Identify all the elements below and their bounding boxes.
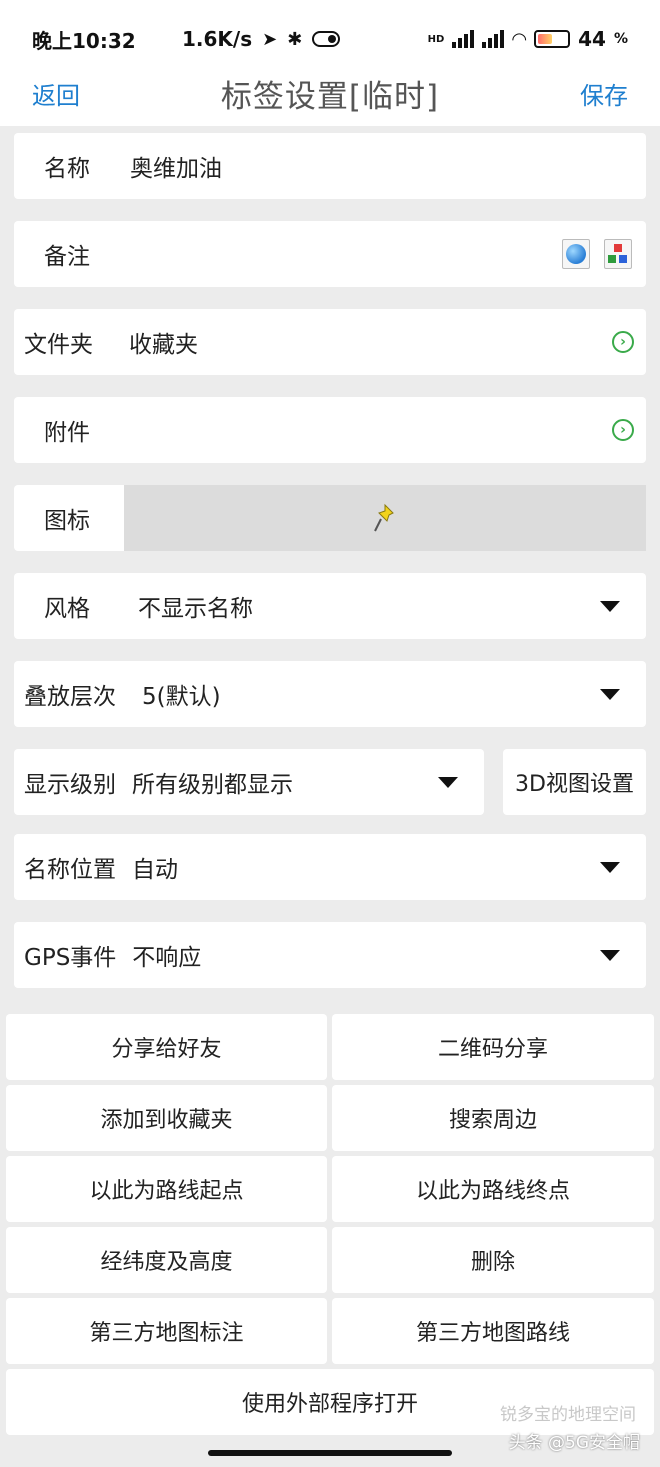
name-field[interactable]: 奥维加油	[130, 149, 222, 183]
route-start-button[interactable]: 以此为路线起点	[6, 1156, 327, 1222]
folder-row[interactable]: 文件夹 收藏夹 ›	[14, 309, 646, 375]
battery-icon	[534, 30, 571, 48]
battery-level: 44	[578, 27, 606, 51]
name-position-row[interactable]: 名称位置 自动	[14, 834, 646, 900]
third-party-mark-button[interactable]: 第三方地图标注	[6, 1298, 327, 1364]
icon-row[interactable]: 图标	[14, 485, 646, 551]
attachment-label: 附件	[44, 420, 90, 446]
note-row[interactable]: 备注	[14, 221, 646, 287]
icon-label: 图标	[44, 508, 90, 534]
chevron-right-icon[interactable]: ›	[612, 419, 634, 441]
watermark-line1: 锐多宝的地理空间	[500, 1405, 636, 1425]
third-party-route-button[interactable]: 第三方地图路线	[332, 1298, 654, 1364]
location-arrow-icon: ➤	[262, 28, 278, 50]
battery-unit: %	[613, 31, 628, 47]
dropdown-arrow-icon[interactable]	[438, 776, 458, 788]
folder-label: 文件夹	[24, 332, 93, 358]
gps-event-label: GPS事件	[24, 945, 117, 971]
blocks-icon[interactable]	[604, 239, 632, 269]
icon-picker[interactable]	[124, 485, 646, 551]
style-label: 风格	[44, 596, 90, 622]
wifi-icon: ◠	[512, 28, 527, 50]
style-row[interactable]: 风格 不显示名称	[14, 573, 646, 639]
save-button[interactable]: 保存	[580, 76, 628, 111]
level-label: 显示级别	[24, 772, 116, 798]
toggle-status-icon	[312, 31, 341, 47]
dropdown-arrow-icon[interactable]	[600, 949, 620, 961]
hd-label: HD	[427, 33, 445, 45]
back-button[interactable]: 返回	[32, 76, 80, 111]
home-indicator[interactable]	[208, 1450, 452, 1456]
watermark-line2: 头条 @5G安全帽	[508, 1433, 640, 1453]
signal-icon	[452, 30, 475, 48]
dropdown-arrow-icon[interactable]	[600, 688, 620, 700]
route-end-button[interactable]: 以此为路线终点	[332, 1156, 654, 1222]
folder-value: 收藏夹	[129, 332, 198, 358]
layer-row[interactable]: 叠放层次 5(默认)	[14, 661, 646, 727]
net-speed: 1.6K/s	[182, 27, 253, 51]
note-label: 备注	[44, 244, 90, 270]
level-row[interactable]: 显示级别 所有级别都显示	[14, 749, 484, 815]
gps-event-row[interactable]: GPS事件 不响应	[14, 922, 646, 988]
share-friend-button[interactable]: 分享给好友	[6, 1014, 327, 1080]
dropdown-arrow-icon[interactable]	[600, 600, 620, 612]
pushpin-icon	[374, 503, 394, 532]
style-select[interactable]: 不显示名称	[138, 589, 253, 623]
add-favorite-button[interactable]: 添加到收藏夹	[6, 1085, 327, 1151]
name-row[interactable]: 名称 奥维加油	[14, 133, 646, 199]
delete-button[interactable]: 删除	[332, 1227, 654, 1293]
layer-label: 叠放层次	[24, 684, 116, 710]
attachment-row[interactable]: 附件 ›	[14, 397, 646, 463]
name-position-select[interactable]: 自动	[132, 850, 178, 884]
app-header: 返回 标签设置[临时] 保存	[0, 60, 660, 126]
qr-share-button[interactable]: 二维码分享	[332, 1014, 654, 1080]
bluetooth-icon: ✱	[287, 28, 303, 50]
name-label: 名称	[44, 156, 90, 182]
dropdown-arrow-icon[interactable]	[600, 861, 620, 873]
level-select[interactable]: 所有级别都显示	[132, 765, 293, 799]
view-3d-settings-button[interactable]: 3D视图设置	[503, 749, 646, 815]
chevron-right-icon[interactable]: ›	[612, 331, 634, 353]
signal-icon-2	[482, 30, 505, 48]
latlng-altitude-button[interactable]: 经纬度及高度	[6, 1227, 327, 1293]
gps-event-select[interactable]: 不响应	[132, 938, 201, 972]
globe-icon[interactable]	[562, 239, 590, 269]
watermark: 头条 @5G安全帽	[509, 1428, 640, 1453]
status-time: 晚上10:32	[32, 28, 136, 53]
name-position-label: 名称位置	[24, 857, 116, 883]
page-title: 标签设置[临时]	[220, 78, 440, 115]
search-nearby-button[interactable]: 搜索周边	[332, 1085, 654, 1151]
layer-select[interactable]: 5(默认)	[142, 677, 221, 711]
